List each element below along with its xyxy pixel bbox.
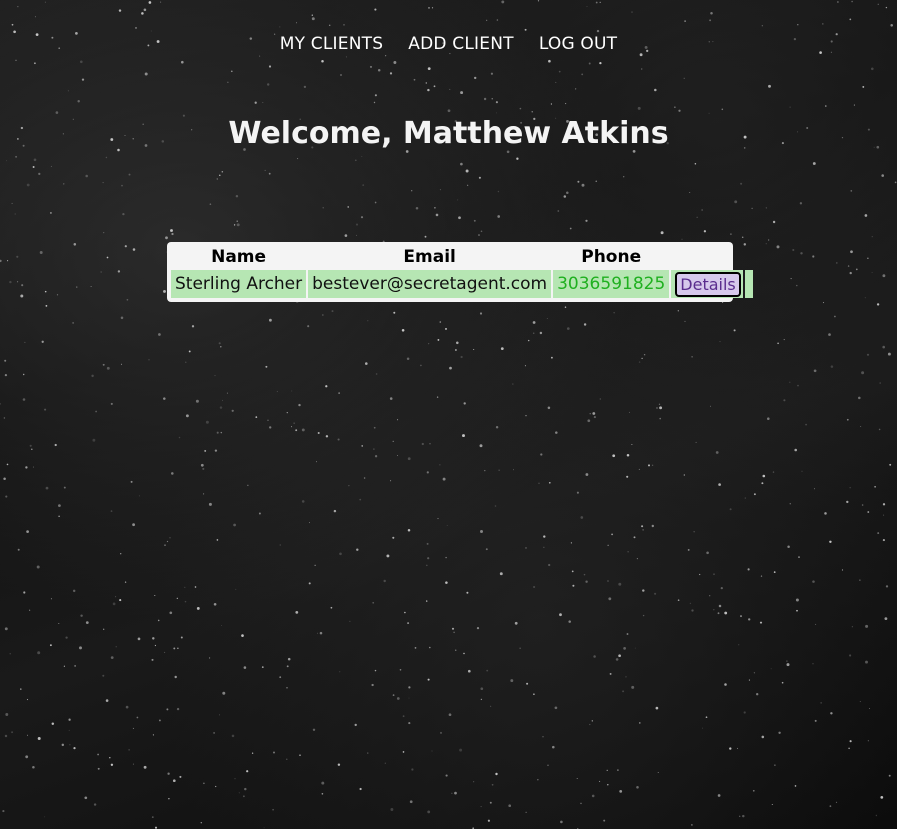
column-header-email: Email <box>403 246 456 267</box>
client-email-cell: bestever@secretagent.com <box>308 270 552 298</box>
clients-table-container: Name Email Phone Sterling Archer besteve… <box>167 242 753 302</box>
top-nav: MY CLIENTS ADD CLIENT LOG OUT <box>0 34 897 54</box>
column-header-spacer <box>745 245 753 268</box>
column-header-phone: Phone <box>581 246 642 267</box>
client-name-cell: Sterling Archer <box>171 270 307 298</box>
table-row: Sterling Archer bestever@secretagent.com… <box>171 270 753 298</box>
client-action-cell: Details <box>671 270 743 298</box>
clients-table: Name Email Phone Sterling Archer besteve… <box>169 243 755 300</box>
nav-log-out[interactable]: LOG OUT <box>539 34 617 54</box>
details-button[interactable]: Details <box>675 271 741 297</box>
table-header-row: Name Email Phone <box>171 245 753 268</box>
column-header-name: Name <box>211 246 267 267</box>
client-phone-cell: 3036591825 <box>553 270 670 298</box>
welcome-heading: Welcome, Matthew Atkins <box>228 116 669 151</box>
row-end-cell <box>744 270 753 298</box>
nav-add-client[interactable]: ADD CLIENT <box>408 34 513 54</box>
column-header-action <box>671 245 742 268</box>
nav-my-clients[interactable]: MY CLIENTS <box>280 34 383 54</box>
